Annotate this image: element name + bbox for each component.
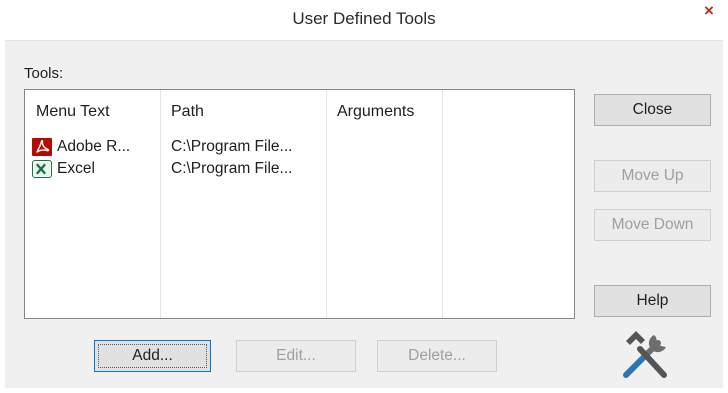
tools-label: Tools: [24, 65, 64, 82]
dialog-client-area: Tools: Menu Text Path Arguments Adobe R.… [5, 40, 723, 388]
column-divider [160, 90, 161, 318]
edit-button[interactable]: Edit... [236, 340, 356, 372]
move-down-button[interactable]: Move Down [594, 209, 711, 241]
list-cell-menu-text: Adobe R... [57, 138, 131, 155]
column-header-menu-text[interactable]: Menu Text [25, 90, 160, 132]
delete-button[interactable]: Delete... [377, 340, 497, 372]
excel-icon [32, 160, 52, 178]
help-button[interactable]: Help [594, 285, 711, 317]
column-header-empty[interactable] [442, 90, 574, 132]
add-button[interactable]: Add... [94, 340, 211, 372]
close-button[interactable]: Close [594, 94, 711, 126]
dialog-window: User Defined Tools × Tools: Menu Text Pa… [0, 0, 728, 393]
column-header-path[interactable]: Path [160, 90, 326, 132]
list-cell-menu-text: Excel [57, 160, 95, 177]
move-up-button[interactable]: Move Up [594, 160, 711, 192]
tools-hammer-wrench-icon [618, 325, 674, 381]
list-cell-path: C:\Program File... [171, 160, 293, 177]
title-bar[interactable]: User Defined Tools × [0, 0, 728, 40]
window-title: User Defined Tools [292, 9, 436, 28]
column-divider [442, 90, 443, 318]
focus-rectangle [98, 344, 207, 368]
list-cell-path: C:\Program File... [171, 138, 293, 155]
column-divider [326, 90, 327, 318]
list-item[interactable]: Excel C:\Program File... [25, 158, 574, 180]
tools-list[interactable]: Menu Text Path Arguments Adobe R... C:\P… [24, 89, 575, 319]
close-window-button[interactable]: × [690, 0, 728, 24]
column-header-arguments[interactable]: Arguments [326, 90, 442, 132]
adobe-reader-icon [32, 138, 52, 156]
list-header: Menu Text Path Arguments [25, 90, 574, 132]
list-item[interactable]: Adobe R... C:\Program File... [25, 136, 574, 158]
